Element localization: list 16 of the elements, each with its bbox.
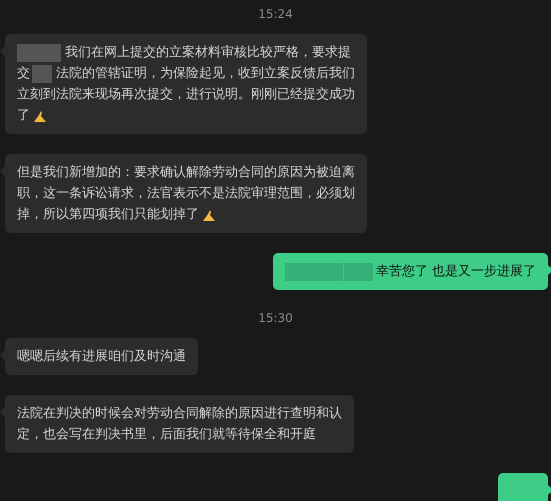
message-text: 幸苦您了 也是又一步进展了 bbox=[376, 263, 536, 281]
message-text: 我们在网上提交的立案材料审核比较严格，要求提 bbox=[65, 44, 351, 62]
message-text: 但是我们新增加的：要求确认解除劳动合同的原因为被迫离 bbox=[17, 164, 355, 182]
message-text: 嗯嗯后续有进展咱们及时沟通 bbox=[17, 348, 186, 366]
message-text: 法院在判决的时候会对劳动合同解除的原因进行查明和认 bbox=[17, 405, 342, 423]
message-text: 了 bbox=[17, 107, 30, 125]
message-text: 职，这一条诉讼请求，法官表示不是法院审理范围，必须划 bbox=[17, 185, 355, 203]
redaction-block bbox=[32, 64, 52, 82]
message-text: 交 bbox=[17, 65, 30, 83]
message-text: 法院的管辖证明，为保险起见，收到立案反馈后我们 bbox=[56, 65, 355, 83]
redaction-block bbox=[17, 44, 61, 62]
message-text: 掉，所以第四项我们只能划掉了 bbox=[17, 206, 199, 224]
message-text: 定，也会写在判决书里，后面我们就等待保全和开庭 bbox=[17, 426, 316, 444]
timestamp: 15:30 bbox=[258, 310, 293, 326]
timestamp: 15:24 bbox=[258, 6, 293, 22]
message-text: 立刻到法院来现场再次提交，进行说明。刚刚已经提交成功 bbox=[17, 86, 355, 104]
